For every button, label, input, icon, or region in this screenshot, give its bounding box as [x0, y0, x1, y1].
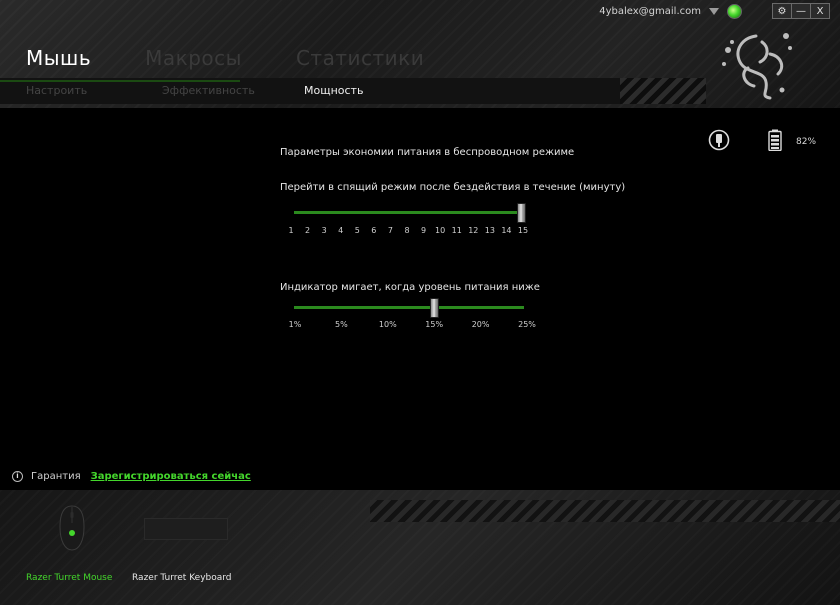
battery-percent: 82% — [796, 137, 817, 147]
blink-tick-label: 1% — [288, 320, 302, 329]
window-controls: ⚙ — X — [772, 3, 830, 19]
sub-tabs: Настроить Эффективность Мощность — [26, 84, 363, 97]
warranty-row: i Гарантия Зарегистрироваться сейчас — [12, 471, 251, 482]
blink-tick-label: 25% — [518, 320, 536, 329]
sleep-tick-label: 6 — [371, 226, 377, 235]
sleep-tick-label: 13 — [484, 226, 495, 235]
device-turret-keyboard[interactable]: Razer Turret Keyboard — [132, 573, 232, 583]
turret-keyboard-image[interactable] — [144, 518, 228, 540]
tab-statistics[interactable]: Статистики — [296, 46, 424, 70]
topbar: 4ybalex@gmail.com ⚙ — X — [599, 3, 830, 19]
device-footer — [0, 490, 840, 605]
blink-tick-label: 15% — [425, 320, 444, 329]
subtab-performance[interactable]: Эффективность — [162, 84, 304, 97]
power-plug-icon — [708, 129, 730, 151]
subnav-accent — [0, 80, 240, 82]
sleep-tick-label: 15 — [517, 226, 529, 235]
blink-tick-label: 5% — [335, 320, 348, 329]
battery-icon — [768, 129, 782, 151]
sleep-tick-label: 10 — [435, 226, 446, 235]
subtab-customize[interactable]: Настроить — [26, 84, 162, 97]
minimize-button[interactable]: — — [791, 4, 810, 18]
tab-mouse[interactable]: Мышь — [26, 46, 91, 70]
header: 4ybalex@gmail.com ⚙ — X Мышь Макросы Ста… — [0, 0, 840, 108]
info-icon: i — [12, 471, 23, 482]
razer-logo-icon — [722, 33, 792, 100]
low-battery-slider-thumb[interactable] — [430, 298, 439, 318]
device-turret-mouse[interactable]: Razer Turret Mouse — [26, 573, 112, 583]
sleep-slider-thumb[interactable] — [517, 203, 526, 223]
user-email[interactable]: 4ybalex@gmail.com — [599, 6, 701, 17]
turret-mouse-image[interactable] — [58, 505, 86, 551]
sleep-tick-label: 9 — [421, 226, 427, 235]
tab-macros[interactable]: Макросы — [145, 46, 242, 70]
sleep-tick-label: 7 — [387, 226, 393, 235]
sleep-timeout-label: Перейти в спящий режим после бездействия… — [280, 182, 626, 193]
blink-tick-label: 20% — [471, 320, 490, 329]
main-tabs: Мышь Макросы Статистики — [26, 46, 478, 70]
settings-gear-icon[interactable]: ⚙ — [773, 4, 791, 18]
sleep-tick-label: 14 — [501, 226, 512, 235]
subtab-power[interactable]: Мощность — [304, 84, 363, 97]
sleep-tick-label: 1 — [288, 226, 294, 235]
sleep-tick-label: 5 — [354, 226, 360, 235]
low-battery-slider[interactable] — [294, 298, 524, 318]
sleep-tick-label: 12 — [468, 226, 479, 235]
sleep-tick-label: 11 — [451, 226, 462, 235]
sleep-tick-label: 2 — [305, 226, 311, 235]
sleep-timeout-slider[interactable] — [294, 203, 526, 223]
close-button[interactable]: X — [810, 4, 829, 18]
sleep-tick-label: 3 — [321, 226, 327, 235]
status-orb-icon[interactable] — [727, 3, 742, 19]
low-battery-label: Индикатор мигает, когда уровень питания … — [280, 282, 540, 293]
sleep-tick-label: 4 — [338, 226, 344, 235]
power-section-title: Параметры экономии питания в беспроводно… — [280, 147, 575, 158]
register-link[interactable]: Зарегистрироваться сейчас — [91, 471, 251, 482]
warranty-label: Гарантия — [31, 471, 81, 482]
dropdown-caret-icon[interactable] — [709, 7, 719, 15]
sleep-tick-label: 8 — [404, 226, 410, 235]
footer-strip — [370, 500, 840, 522]
blink-tick-label: 10% — [378, 320, 397, 329]
